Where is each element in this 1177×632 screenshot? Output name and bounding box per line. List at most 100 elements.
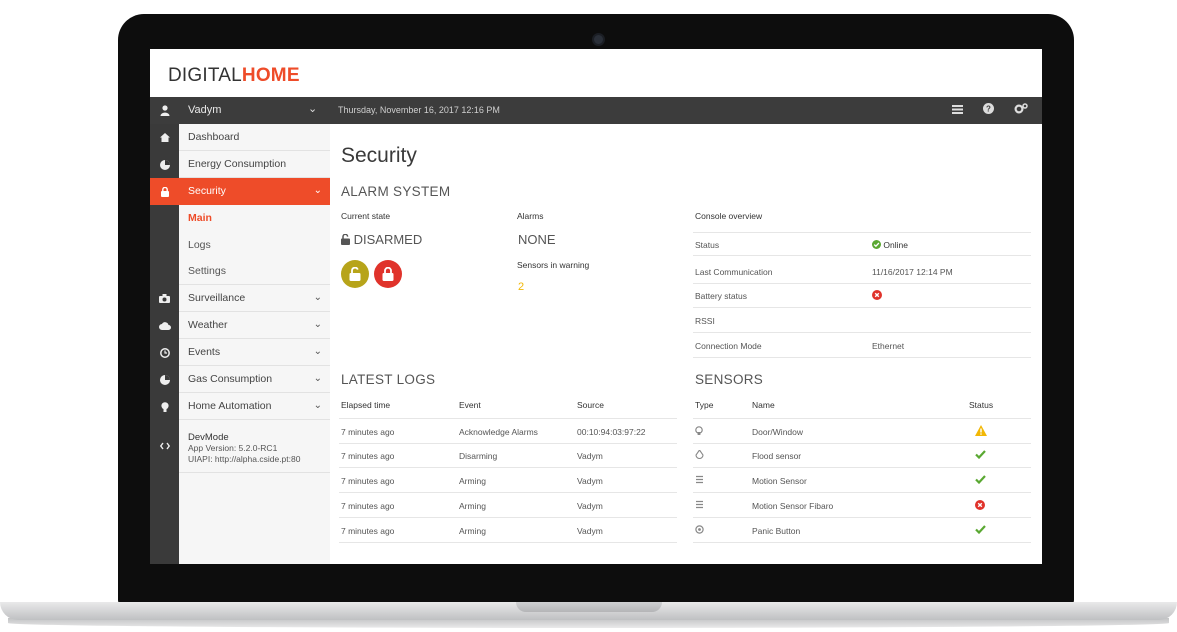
table-row: 7 minutes ago Arming Vadym [339,469,677,493]
sensors-warning-label: Sensors in warning [517,260,590,270]
log-elapsed: 7 minutes ago [341,427,395,437]
current-state-text: DISARMED [353,232,423,247]
console-key: Battery status [695,291,747,301]
sidebar-item-label: Weather [188,319,228,331]
sensor-name: Panic Button [752,526,801,536]
unlock-icon [349,267,361,281]
log-elapsed: 7 minutes ago [341,501,395,511]
sidebar-subitem-logs[interactable]: Logs [179,232,330,259]
check-icon [975,475,986,486]
sensors-warning-count[interactable]: 2 [518,281,524,293]
column-header[interactable]: Event [459,400,481,410]
column-header[interactable]: Status [969,400,993,410]
list-icon[interactable] [952,103,963,117]
arm-button[interactable] [374,260,402,288]
console-row-battery: Battery status [693,284,1031,308]
console-overview-heading: Console overview [695,211,763,221]
sidebar-subitem-settings[interactable]: Settings [179,258,330,285]
pie-chart-icon[interactable] [150,151,179,178]
sidebar-divider [179,472,330,473]
table-row: Door/Window [693,420,1031,444]
current-state-label: Current state [341,211,391,221]
log-event: Acknowledge Alarms [459,427,538,437]
current-state-value: DISARMED [341,232,422,247]
table-row: Motion Sensor Fibaro [693,494,1031,518]
sidebar-item-dashboard[interactable]: Dashboard [179,124,330,151]
app-logo[interactable]: DIGITALHOME [168,65,300,87]
warning-icon [975,425,987,438]
error-icon [975,500,985,512]
help-icon[interactable]: ? [983,103,994,117]
page-title: Security [341,144,417,167]
console-value: Ethernet [872,341,905,351]
sidebar-item-label: Home Automation [188,400,272,412]
console-row-status: Status Online [693,232,1031,256]
console-row-connection-mode: Connection Mode Ethernet [693,334,1031,358]
uiapi-url: UIAPI: http://alpha.cside.pt:80 [188,454,301,464]
column-header[interactable]: Source [577,400,604,410]
clock-icon[interactable] [150,339,179,366]
log-event: Disarming [459,451,498,461]
app-version: App Version: 5.2.0-RC1 [188,443,278,453]
sidebar-item-label: Gas Consumption [188,373,273,385]
error-icon [872,290,882,302]
sensors-heading: SENSORS [695,372,764,387]
sensor-name: Motion Sensor [752,476,807,486]
alarms-value: NONE [518,232,556,247]
sidebar-item-label: Surveillance [188,292,246,304]
sidebar-item-home-automation[interactable]: Home Automation ⌄ [179,393,330,420]
chevron-down-icon: ⌄ [313,373,322,384]
column-header[interactable]: Type [695,400,713,410]
sidebar-icon-rail [150,124,179,564]
check-icon [975,450,986,461]
table-row: Motion Sensor [693,469,1031,493]
chevron-down-icon: ⌄ [313,400,322,411]
log-event: Arming [459,501,486,511]
console-key: Status [695,240,720,250]
logo-part1: DIGITAL [168,65,242,86]
main-content: Security ALARM SYSTEM Current state DISA… [330,124,1042,564]
sidebar-item-security[interactable]: Security ⌄ [179,178,330,205]
cloud-icon[interactable] [150,312,179,339]
log-event: Arming [459,526,486,536]
check-circle-icon [872,240,881,249]
column-header[interactable]: Name [752,400,775,410]
table-row: 7 minutes ago Arming Vadym [339,494,677,518]
sidebar-item-surveillance[interactable]: Surveillance ⌄ [179,285,330,312]
column-header[interactable]: Elapsed time [341,400,390,410]
laptop-notch [516,602,662,612]
sidebar-item-gas-consumption[interactable]: Gas Consumption ⌄ [179,366,330,393]
home-icon[interactable] [150,124,179,151]
sidebar-item-weather[interactable]: Weather ⌄ [179,312,330,339]
motion-sensor-icon [695,500,704,511]
sidebar-item-label: Security [188,185,226,197]
log-source: Vadym [577,501,603,511]
sidebar-item-label: Energy Consumption [188,158,287,170]
console-key: Last Communication [695,267,773,277]
sidebar-item-energy-consumption[interactable]: Energy Consumption [179,151,330,178]
logo-part2: HOME [241,65,300,86]
sensors-header-row: Type Name Status [693,394,1031,419]
chevron-down-icon[interactable]: ⌄ [308,102,317,115]
console-key: RSSI [695,316,715,326]
app-screen: DIGITALHOME Vadym ⌄ Thursday, November 1… [150,49,1042,564]
settings-icon[interactable] [1014,103,1028,117]
log-source: Vadym [577,526,603,536]
user-menu[interactable]: Vadym [188,104,221,116]
sidebar-subitem-main[interactable]: Main [179,205,330,232]
camera-icon[interactable] [150,285,179,312]
alarm-system-heading: ALARM SYSTEM [341,184,451,199]
sidebar-item-label: Dashboard [188,131,240,143]
lock-icon[interactable] [150,178,179,205]
pie-chart-icon[interactable] [150,366,179,393]
panic-button-icon [695,525,704,536]
log-elapsed: 7 minutes ago [341,526,395,536]
code-icon[interactable] [150,432,179,459]
sensor-name: Flood sensor [752,451,802,461]
door-sensor-icon [695,426,703,437]
disarm-button[interactable] [341,260,369,288]
status-online-text: Online [883,240,908,250]
bulb-icon[interactable] [150,393,179,420]
webcam [592,33,605,46]
sidebar-item-events[interactable]: Events ⌄ [179,339,330,366]
